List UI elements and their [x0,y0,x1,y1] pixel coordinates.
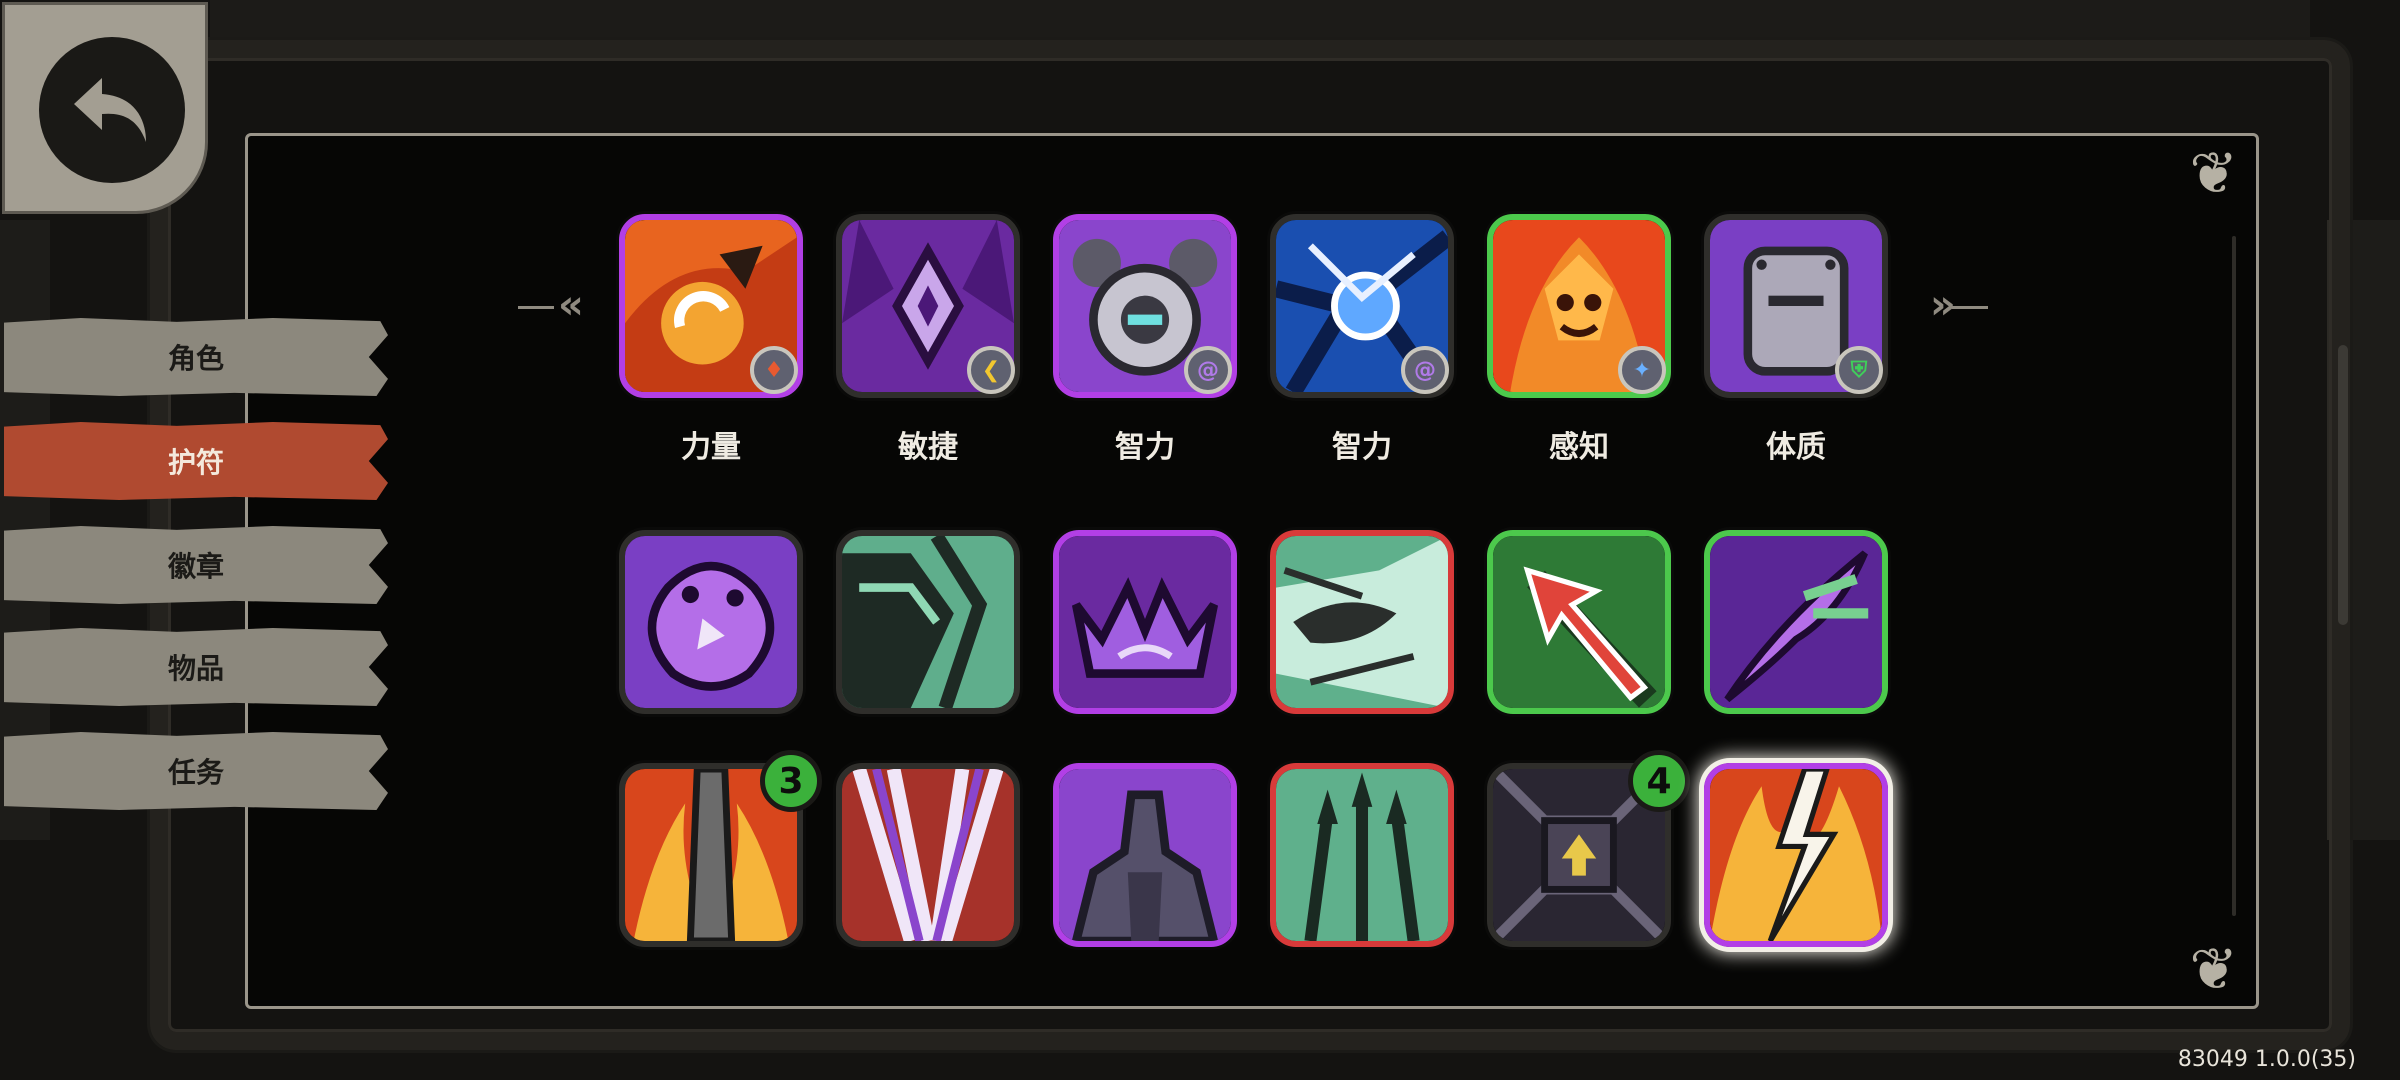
tab-label: 物品 [167,652,224,685]
stat-label: 智力 [1115,430,1175,465]
charm-panel: ❦ ❦ [245,133,2259,1009]
purple-feather-icon[interactable] [1704,530,1888,714]
boomerang-icon: ❮ [967,346,1015,394]
charm-count-badge: 4 [1628,750,1690,812]
version-label: 83049 1.0.0(35) [2177,1047,2356,1072]
stat-label: 力量 [681,430,741,465]
charm-count-badge: 3 [760,750,822,812]
back-button[interactable] [2,2,208,214]
stat-label: 敏捷 [898,430,958,465]
stone-tower-icon[interactable] [1053,763,1237,947]
corner-ornament-icon: ❦ [2189,139,2238,207]
scroll-track [2232,236,2236,916]
next-page-arrow-icon[interactable]: » [1930,282,1992,328]
spear-volley-icon[interactable] [1270,763,1454,947]
tab-label: 角色 [167,342,224,375]
tab-character[interactable]: 角色 [4,318,388,396]
tab-label: 任务 [167,756,224,789]
tab-label: 徽章 [167,550,224,583]
corner-ornament-icon: ❦ [2189,935,2238,1003]
star-icon: ✦ [1618,346,1666,394]
tab-label: 护符 [167,446,224,479]
prev-page-arrow-icon[interactable]: « [514,282,584,328]
tab-quests[interactable]: 任务 [4,732,388,810]
tab-badges[interactable]: 徽章 [4,526,388,604]
wind-gust-icon[interactable] [1270,530,1454,714]
shield-icon: ⛨ [1835,346,1883,394]
red-arrow-icon[interactable] [1487,530,1671,714]
green-wave-icon[interactable] [836,530,1020,714]
lightning-fire-icon[interactable] [1704,763,1888,947]
scrollbar-thumb[interactable] [2338,345,2348,625]
stat-label: 体质 [1766,430,1826,465]
tab-items[interactable]: 物品 [4,628,388,706]
red-slashes-icon[interactable] [836,763,1020,947]
swirl-icon: @ [1184,346,1232,394]
purple-blob-icon[interactable] [619,530,803,714]
stat-label: 感知 [1549,430,1609,465]
flame-icon: ♦ [750,346,798,394]
back-arrow-icon [39,37,185,183]
stat-label: 智力 [1332,430,1392,465]
purple-crown-icon[interactable] [1053,530,1237,714]
swirl-icon: @ [1401,346,1449,394]
tab-charms[interactable]: 护符 [4,422,388,500]
